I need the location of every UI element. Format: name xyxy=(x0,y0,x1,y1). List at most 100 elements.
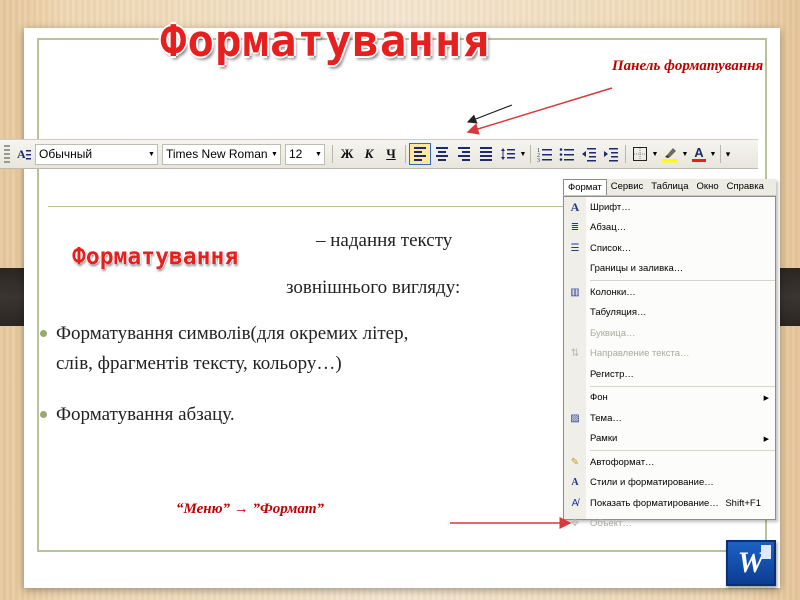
menu-item-label: Направление текста… xyxy=(590,348,690,360)
menu-separator xyxy=(590,450,775,451)
document-icon xyxy=(761,545,771,559)
list-icon: ☰ xyxy=(570,242,580,254)
chevron-down-icon[interactable]: ▼ xyxy=(519,151,527,158)
styles-icon: A xyxy=(571,477,579,489)
line-spacing-button[interactable] xyxy=(497,143,519,165)
style-value: Обычный xyxy=(39,147,93,161)
numbered-list-icon: 123 xyxy=(537,148,552,162)
menu-item-font[interactable]: A Шрифт… xyxy=(564,197,775,218)
menu-separator xyxy=(590,280,775,281)
chevron-down-icon[interactable]: ▼ xyxy=(313,145,324,164)
bulleted-list-icon xyxy=(559,148,574,161)
bullet-dot xyxy=(40,411,47,418)
borders-icon xyxy=(633,147,647,161)
format-dropdown: A Шрифт… ≣ Абзац… ☰ Список… Границы и залив… xyxy=(563,196,776,529)
bullets-button[interactable] xyxy=(556,143,578,165)
highlight-button[interactable] xyxy=(659,143,681,165)
font-color-label: A xyxy=(694,145,704,160)
increase-indent-button[interactable] xyxy=(600,143,622,165)
chevron-down-icon[interactable]: ▼ xyxy=(146,145,157,164)
font-size-value: 12 xyxy=(289,147,303,161)
chevron-down-icon[interactable]: ▼ xyxy=(651,151,659,158)
definition-term: Форматування xyxy=(72,244,239,270)
font-color-button[interactable]: A xyxy=(689,143,709,165)
menu-item-background[interactable]: Фон ▶ xyxy=(564,388,775,409)
menubar-item-window[interactable]: Окно xyxy=(693,179,723,195)
menu-item-reveal-formatting[interactable]: A̸ Показать форматирование… Shift+F1 xyxy=(564,493,775,514)
align-left-icon xyxy=(414,147,426,161)
menubar-item-format[interactable]: Формат xyxy=(563,179,607,195)
bullet-text: Форматування абзацу. xyxy=(56,404,235,425)
toolbar-options-icon[interactable]: ▾ xyxy=(724,149,732,160)
bullet-text-line2: слів, фрагментів тексту, кольору…) xyxy=(56,353,342,374)
italic-button[interactable]: К xyxy=(358,143,380,165)
menu-item-label: Рамки xyxy=(590,433,618,445)
menu-item-frames[interactable]: Рамки ▶ xyxy=(564,429,775,450)
autoformat-icon: ✎ xyxy=(570,456,580,468)
menu-item-dropcap: Буквица… xyxy=(564,323,775,344)
toolbar-separator xyxy=(405,145,406,163)
chevron-down-icon[interactable]: ▼ xyxy=(681,151,689,158)
menu-item-label: Регистр… xyxy=(590,368,634,380)
menu-item-label: Объект… xyxy=(590,518,632,530)
menu-item-shortcut: Shift+F1 xyxy=(725,497,761,509)
toolbar-separator xyxy=(530,145,531,163)
menu-item-autoformat[interactable]: ✎ Автоформат… xyxy=(564,452,775,473)
font-color-swatch xyxy=(692,159,706,162)
menubar-item-table[interactable]: Таблица xyxy=(647,179,692,195)
menu-item-label: Табуляция… xyxy=(590,307,647,319)
menu-item-tabs[interactable]: Табуляция… xyxy=(564,303,775,324)
toolbar-grip[interactable] xyxy=(4,145,10,163)
menu-item-label: Буквица… xyxy=(590,327,636,339)
menu-item-change-case[interactable]: Регистр… xyxy=(564,364,775,385)
menu-item-label: Колонки… xyxy=(590,286,636,298)
page-title: Форматування xyxy=(160,16,490,67)
chevron-down-icon[interactable]: ▼ xyxy=(709,151,717,158)
bullet-item-symbols: Форматування символів(для окремих літер,… xyxy=(40,319,408,379)
menu-item-label: Показать форматирование… xyxy=(590,497,719,509)
theme-icon: ▨ xyxy=(570,412,580,424)
menubar-item-service[interactable]: Сервис xyxy=(607,179,648,195)
menu-item-columns[interactable]: ▥ Колонки… xyxy=(564,282,775,303)
line-spacing-icon xyxy=(501,148,515,160)
justify-button[interactable] xyxy=(475,143,497,165)
definition-text-line1: – надання тексту xyxy=(316,230,453,251)
decrease-indent-button[interactable] xyxy=(578,143,600,165)
bold-button[interactable]: Ж xyxy=(336,143,358,165)
panel-label: Панель форматування xyxy=(612,58,764,74)
increase-indent-icon xyxy=(604,148,618,162)
menu-item-styles[interactable]: A Стили и форматирование… xyxy=(564,473,775,494)
toolbar-separator xyxy=(625,145,626,163)
styles-pane-icon[interactable]: A xyxy=(13,143,35,165)
columns-icon: ▥ xyxy=(570,286,580,298)
svg-text:3: 3 xyxy=(537,158,540,162)
menu-item-label: Стили и форматирование… xyxy=(590,477,714,489)
style-combo[interactable]: Обычный ▼ xyxy=(35,143,158,165)
align-center-button[interactable] xyxy=(431,143,453,165)
menu-item-text-direction: ⇅ Направление текста… xyxy=(564,344,775,365)
menu-item-paragraph[interactable]: ≣ Абзац… xyxy=(564,218,775,239)
menu-item-object: ✥ Объект… xyxy=(564,514,775,535)
underline-button[interactable]: Ч xyxy=(380,143,402,165)
menu-item-borders[interactable]: Границы и заливка… xyxy=(564,259,775,280)
numbering-button[interactable]: 123 xyxy=(534,143,556,165)
align-right-button[interactable] xyxy=(453,143,475,165)
menu-item-theme[interactable]: ▨ Тема… xyxy=(564,408,775,429)
object-icon: ✥ xyxy=(570,518,580,530)
reveal-formatting-icon: A̸ xyxy=(571,497,579,509)
menu-item-list[interactable]: ☰ Список… xyxy=(564,238,775,259)
text-direction-icon: ⇅ xyxy=(570,348,580,360)
menu-item-label: Автоформат… xyxy=(590,456,655,468)
chevron-down-icon[interactable]: ▼ xyxy=(269,145,280,164)
word-logo-icon: W xyxy=(726,540,776,586)
font-size-combo[interactable]: 12 ▼ xyxy=(285,143,325,165)
menu-item-label: Шрифт… xyxy=(590,201,631,213)
menu-item-label: Тема… xyxy=(590,412,622,424)
align-left-button[interactable] xyxy=(409,143,431,165)
font-value: Times New Roman xyxy=(166,147,268,161)
submenu-arrow-icon: ▶ xyxy=(763,394,769,402)
submenu-arrow-icon: ▶ xyxy=(763,435,769,443)
font-combo[interactable]: Times New Roman ▼ xyxy=(162,143,281,165)
menubar-item-help[interactable]: Справка xyxy=(723,179,768,195)
borders-button[interactable] xyxy=(629,143,651,165)
